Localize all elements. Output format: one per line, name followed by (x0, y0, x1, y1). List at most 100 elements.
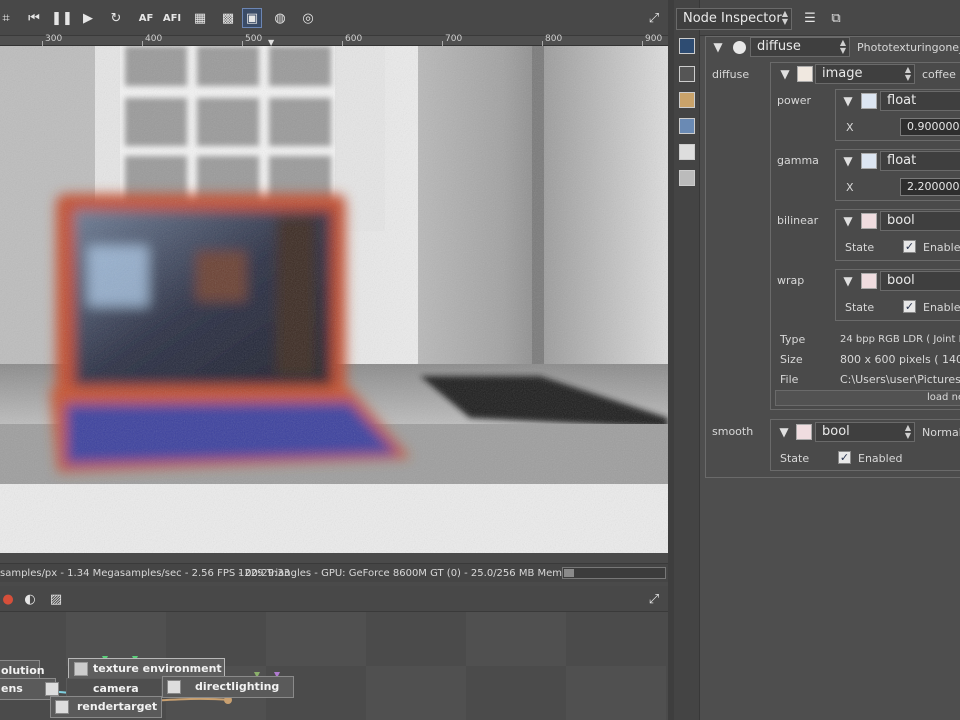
power-pin-label: power (777, 94, 811, 107)
memory-usage-bar (562, 567, 666, 579)
render-node-icon[interactable]: ▨ (46, 589, 66, 609)
bool-value-icon (861, 213, 877, 229)
wrap-pin-label: wrap (777, 274, 805, 287)
render-image (0, 46, 668, 553)
power-value-field[interactable]: 0.900000 (900, 118, 960, 136)
wrap-state-label: State (845, 301, 875, 314)
info-key-file: File (780, 373, 799, 386)
image-texture-icon (797, 66, 813, 82)
node-label: ens (1, 682, 23, 695)
ruler-label: 700 (445, 34, 463, 44)
rewind-icon[interactable]: ⏮ (24, 8, 44, 28)
chevron-updown-icon: ▲ ▼ (839, 38, 846, 55)
root-node-name: Phototexturingone_ (857, 41, 960, 54)
camera-icon[interactable] (679, 66, 695, 82)
node-label: rendertarget (77, 700, 158, 713)
bilinear-checkbox[interactable]: ✓ (903, 240, 916, 253)
texture-icon[interactable] (679, 92, 695, 108)
maximize-graph-icon[interactable]: ⤢ (644, 589, 664, 609)
image-node-name: coffee c (922, 68, 960, 81)
graph-node-rendertarget[interactable]: rendertarget (50, 696, 162, 718)
render-viewport[interactable] (0, 46, 668, 553)
grid-overlay-icon[interactable]: ▦ (190, 8, 210, 28)
image-icon[interactable] (679, 144, 695, 160)
image-type-value: image (822, 66, 863, 81)
kernel-icon (167, 680, 181, 694)
gamma-type-value: float (887, 153, 917, 168)
memory-usage-fill (564, 569, 574, 577)
image-type-select[interactable]: image ▲ ▼ (815, 64, 915, 84)
ruler-label: 600 (345, 34, 363, 44)
ruler-label: 300 (45, 34, 63, 44)
wrap-state-value: Enable (923, 301, 960, 314)
info-key-size: Size (780, 353, 803, 366)
ruler-label: 800 (545, 34, 563, 44)
float-value-icon (861, 153, 877, 169)
chevron-updown-icon: ▲ ▼ (781, 9, 788, 26)
root-type-value: diffuse (757, 39, 801, 54)
smooth-extra-label: Normal (922, 426, 960, 439)
bilinear-state-value: Enable (923, 241, 960, 254)
zoom-region-icon[interactable]: ◍ (270, 8, 290, 28)
info-value-size: 800 x 600 pixels ( 140 (840, 353, 960, 366)
power-type-select[interactable]: float (880, 91, 960, 111)
info-value-type: 24 bpp RGB LDR ( Joint Pho (840, 334, 960, 345)
root-type-select[interactable]: diffuse ▲ ▼ (750, 37, 850, 57)
restart-icon[interactable]: ↻ (106, 8, 126, 28)
horizontal-ruler: 300 400 500 600 700 800 900 ▼ (0, 34, 668, 47)
zoom-reset-icon[interactable]: ◎ (298, 8, 318, 28)
inspector-mode-select[interactable]: Node Inspector ▲ ▼ (676, 8, 792, 30)
kernel-strip-icon[interactable] (679, 170, 695, 186)
render-settings-icon[interactable] (679, 38, 695, 54)
collapse-triangle-icon[interactable]: ▼ (776, 422, 792, 442)
chevron-updown-icon: ▲ ▼ (904, 65, 911, 82)
checker-icon[interactable]: ▩ (218, 8, 238, 28)
environment-strip-icon[interactable] (679, 118, 695, 134)
diffuse-pin-label: diffuse (712, 68, 750, 81)
node-graph[interactable]: olution texture environment ens camera d… (0, 612, 668, 720)
bilinear-type-select[interactable]: bool (880, 211, 960, 231)
info-value-file: C:\Users\user\Pictures (840, 373, 960, 386)
wrap-checkbox[interactable]: ✓ (903, 300, 916, 313)
af-button[interactable]: AF (136, 8, 156, 28)
scene-stats-text: 1229 Triangles - GPU: GeForce 8600M GT (… (238, 568, 591, 579)
collapse-triangle-icon[interactable]: ▼ (840, 271, 856, 291)
gamma-axis-label: X (846, 181, 854, 194)
expand-all-icon[interactable]: ⧉ (826, 8, 846, 28)
power-type-value: float (887, 93, 917, 108)
wrap-type-select[interactable]: bool (880, 271, 960, 291)
collapse-all-icon[interactable]: ☰ (800, 8, 820, 28)
info-key-type: Type (780, 333, 806, 346)
smooth-type-value: bool (822, 424, 850, 439)
node-inspector-panel: ▼ diffuse ▲ ▼ Phototexturingone_ diffuse … (700, 36, 960, 720)
smooth-state-value: Enabled (858, 452, 903, 465)
smooth-checkbox[interactable]: ✓ (838, 451, 851, 464)
load-new-image-button[interactable]: load nev (775, 390, 960, 406)
split-view-icon[interactable]: ▣ (242, 8, 262, 28)
add-node-icon[interactable]: ● (0, 589, 18, 609)
pause-icon[interactable]: ❚❚ (51, 8, 73, 28)
gamma-value-field[interactable]: 2.200000 (900, 178, 960, 196)
collapse-triangle-icon[interactable]: ▼ (710, 37, 726, 57)
lens-icon (45, 682, 59, 696)
viewport-gutter (0, 553, 668, 563)
crop-icon[interactable]: ⌗ (0, 8, 16, 28)
maximize-viewer-icon[interactable]: ⤢ (644, 8, 664, 28)
collapse-triangle-icon[interactable]: ▼ (840, 211, 856, 231)
collapse-triangle-icon[interactable]: ▼ (777, 64, 793, 84)
graph-node-lens[interactable]: ens (0, 678, 59, 700)
inspector-title: Node Inspector (683, 11, 782, 26)
play-icon[interactable]: ▶ (78, 8, 98, 28)
gamma-type-select[interactable]: float (880, 151, 960, 171)
ruler-label: 400 (145, 34, 163, 44)
smooth-type-select[interactable]: bool ▲ ▼ (815, 422, 915, 442)
camera-node-icon[interactable]: ◐ (20, 589, 40, 609)
afi-button[interactable]: AFI (162, 8, 182, 28)
collapse-triangle-icon[interactable]: ▼ (840, 151, 856, 171)
collapse-triangle-icon[interactable]: ▼ (840, 91, 856, 111)
graph-toolbar: ● ◐ ▨ ⤢ (0, 586, 668, 612)
gamma-pin-label: gamma (777, 154, 819, 167)
bool-value-icon (861, 273, 877, 289)
viewer-toolbar: ⌗ ⏮ ❚❚ ▶ ↻ AF AFI ▦ ▩ ▣ ◍ ◎ ⤢ (0, 0, 668, 36)
graph-node-directlighting[interactable]: directlighting (162, 676, 294, 698)
